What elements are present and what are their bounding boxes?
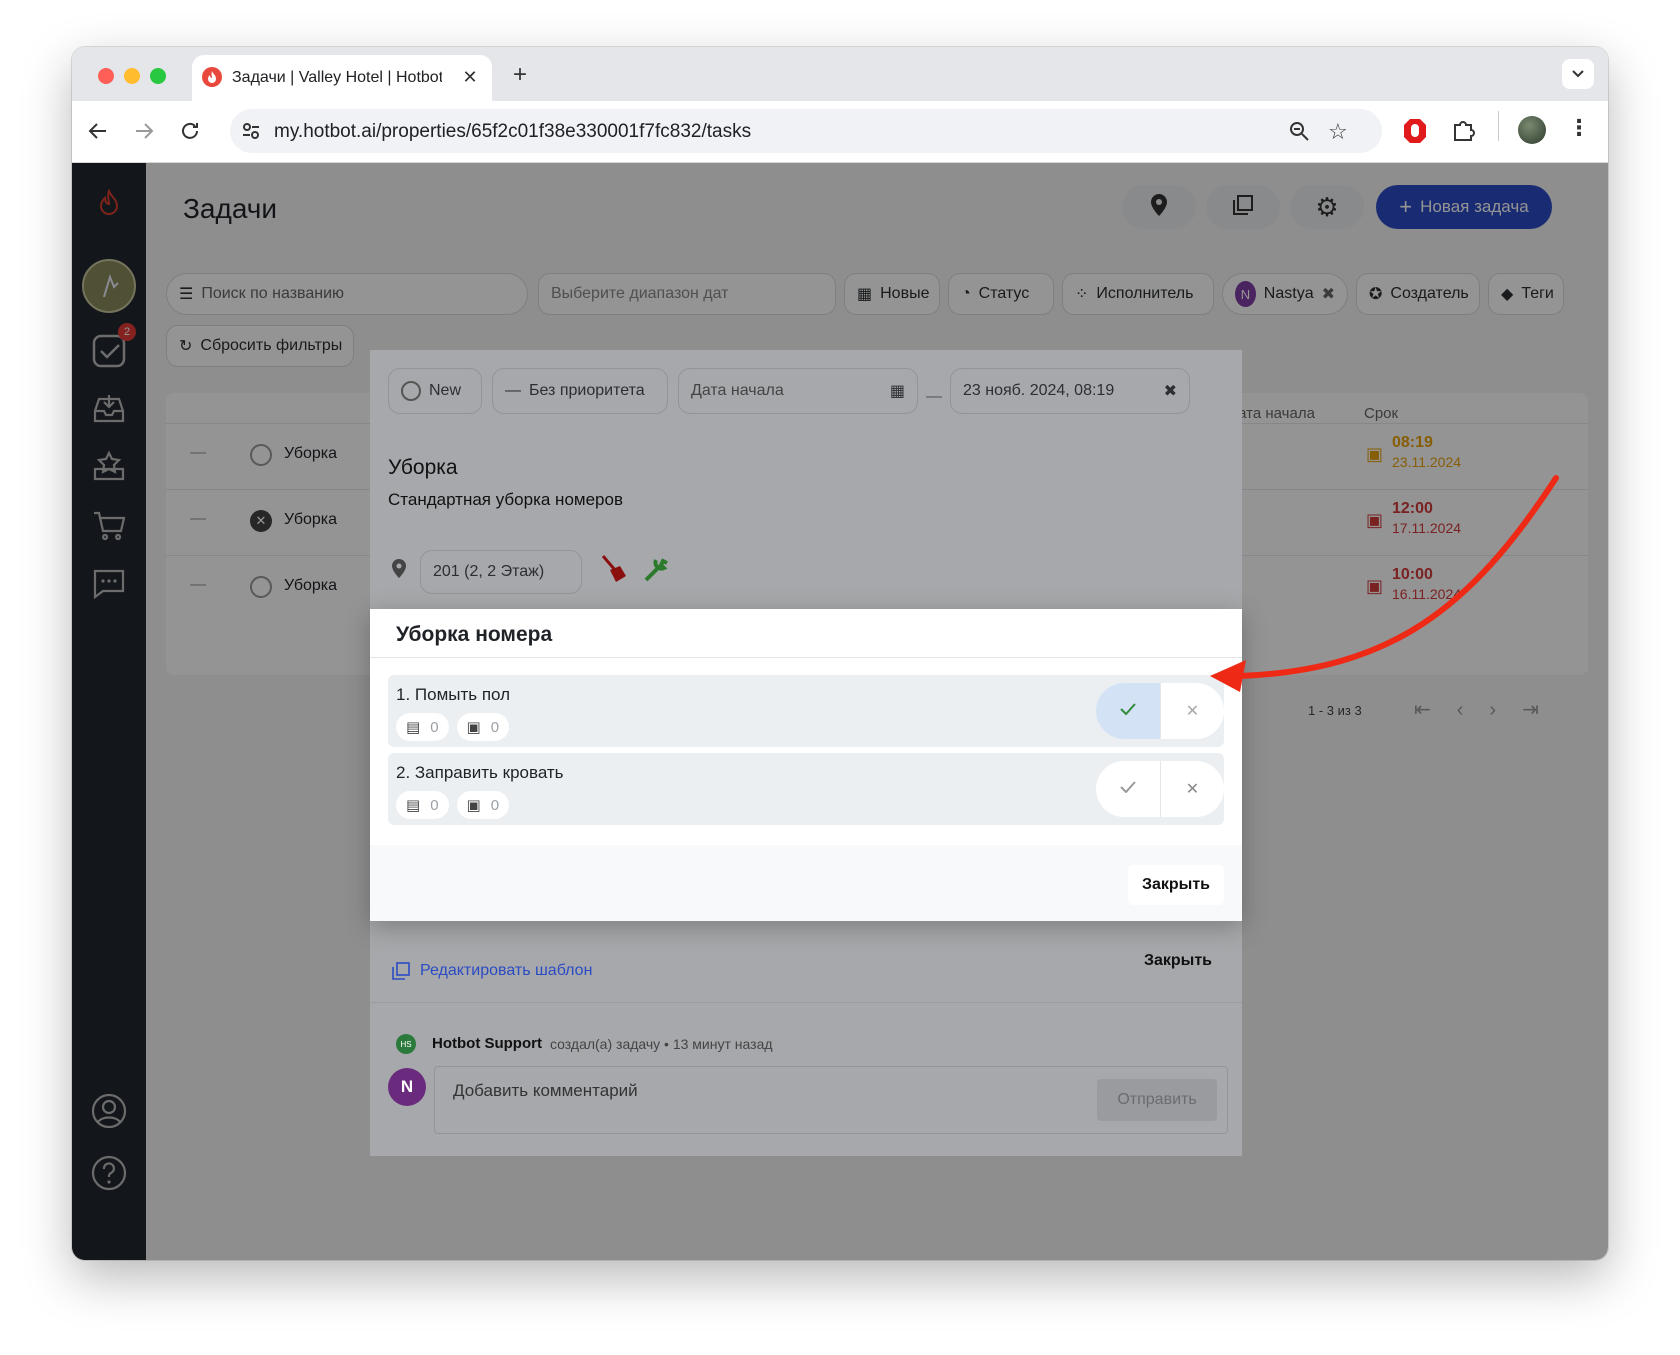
toolbar-divider	[1498, 111, 1499, 141]
activity-text: создал(а) задачу • 13 минут назад	[550, 1036, 773, 1052]
bookmark-star-icon[interactable]: ☆	[1328, 119, 1348, 145]
wrench-icon	[642, 554, 670, 589]
photos-count[interactable]: ▣ 0	[456, 791, 510, 819]
cross-icon: ✕	[1185, 781, 1200, 798]
status-label: New	[429, 382, 462, 399]
new-tab-icon[interactable]: +	[506, 61, 534, 89]
image-icon: ▣	[466, 797, 481, 814]
date-separator: —	[926, 388, 942, 405]
profile-avatar[interactable]	[1518, 116, 1546, 144]
maximize-window-button[interactable]	[150, 68, 166, 84]
cross-icon: ✕	[1185, 703, 1200, 720]
dash-icon: —	[505, 382, 521, 399]
tab-title: Задачи | Valley Hotel | Hotbot	[232, 69, 442, 86]
checklist-item: 2. Заправить кровать ▤ 0 ▣ 0 ✕	[388, 753, 1224, 825]
activity-author: Hotbot Support	[432, 1035, 542, 1052]
browser-window: Задачи | Valley Hotel | Hotbot ✕ + my.ho…	[72, 47, 1608, 1260]
opera-extension-icon[interactable]	[1402, 117, 1428, 145]
reload-icon[interactable]	[178, 119, 202, 148]
item-counters: ▤ 0 ▣ 0	[396, 713, 510, 741]
mark-failed-button[interactable]: ✕	[1160, 683, 1224, 739]
omnibox[interactable]: my.hotbot.ai/properties/65f2c01f38e33000…	[230, 109, 1382, 153]
hotbot-favicon-icon	[202, 67, 222, 87]
task-description: Стандартная уборка номеров	[388, 490, 623, 509]
template-copy-icon	[392, 962, 410, 985]
due-date-field[interactable]: 23 нояб. 2024, 08:19 ✖	[950, 368, 1190, 414]
clear-date-icon[interactable]: ✖	[1164, 381, 1177, 401]
photos-count-value: 0	[490, 796, 500, 814]
minimize-window-button[interactable]	[124, 68, 140, 84]
back-icon[interactable]	[86, 119, 110, 148]
checklist-close-button[interactable]: Закрыть	[1128, 865, 1224, 905]
zoom-icon[interactable]	[1288, 120, 1310, 147]
site-settings-icon[interactable]	[240, 120, 262, 147]
comments-count-value: 0	[430, 718, 439, 736]
comment-input[interactable]: Добавить комментарий Отправить	[434, 1066, 1228, 1134]
checklist-footer: Закрыть	[370, 845, 1242, 921]
send-button[interactable]: Отправить	[1097, 1079, 1217, 1121]
browser-tab[interactable]: Задачи | Valley Hotel | Hotbot ✕	[192, 55, 492, 101]
comments-count[interactable]: ▤ 0	[396, 791, 449, 819]
close-tab-icon[interactable]: ✕	[458, 65, 482, 89]
start-date-placeholder: Дата начала	[691, 382, 784, 399]
item-toggle: ✕	[1096, 761, 1224, 817]
check-icon	[1120, 780, 1136, 798]
photos-count[interactable]: ▣ 0	[456, 713, 510, 741]
divider	[370, 657, 1242, 658]
address-bar-row: my.hotbot.ai/properties/65f2c01f38e33000…	[72, 101, 1608, 163]
author-avatar: HS	[396, 1034, 416, 1054]
checklist-item-label: 2. Заправить кровать	[396, 763, 564, 782]
location-pin-icon	[390, 558, 408, 585]
location-field[interactable]: 201 (2, 2 Этаж)	[420, 550, 582, 594]
comment-icon: ▤	[406, 719, 421, 736]
comments-count-value: 0	[430, 796, 439, 814]
priority-label: Без приоритета	[529, 382, 645, 399]
url-text: my.hotbot.ai/properties/65f2c01f38e33000…	[274, 121, 752, 142]
check-icon	[1120, 702, 1136, 720]
extensions-puzzle-icon[interactable]	[1450, 117, 1476, 148]
priority-chip[interactable]: — Без приоритета	[492, 368, 668, 414]
status-circle-icon	[401, 381, 421, 401]
due-date-value: 23 нояб. 2024, 08:19	[963, 382, 1115, 399]
browser-menu-icon[interactable]: ⋮	[1568, 115, 1590, 141]
image-icon: ▣	[466, 719, 481, 736]
tab-bar: Задачи | Valley Hotel | Hotbot ✕ +	[72, 47, 1608, 101]
comment-icon: ▤	[406, 797, 421, 814]
task-close-button[interactable]: Закрыть	[1130, 940, 1226, 982]
status-chip[interactable]: New	[388, 368, 482, 414]
location-value: 201 (2, 2 Этаж)	[433, 563, 545, 580]
comment-placeholder: Добавить комментарий	[453, 1081, 638, 1100]
comments-count[interactable]: ▤ 0	[396, 713, 449, 741]
mark-done-button[interactable]	[1096, 761, 1160, 817]
app-area: 2 Задачи ⚙ + Новая задача ☰ Поиск по назва…	[72, 163, 1608, 1260]
item-counters: ▤ 0 ▣ 0	[396, 791, 510, 819]
checklist-dialog: Уборка номера 1. Помыть пол ▤ 0 ▣ 0 ✕ 2. З…	[370, 609, 1242, 921]
checklist-title: Уборка номера	[396, 623, 553, 646]
broom-icon	[600, 554, 628, 589]
forward-icon[interactable]	[132, 119, 156, 148]
edit-template-link[interactable]: Редактировать шаблон	[420, 962, 592, 980]
mark-done-button[interactable]	[1096, 683, 1160, 739]
photos-count-value: 0	[490, 718, 500, 736]
mark-failed-button[interactable]: ✕	[1160, 761, 1224, 817]
checklist-item: 1. Помыть пол ▤ 0 ▣ 0 ✕	[388, 675, 1224, 747]
calendar-icon[interactable]: ▦	[890, 381, 905, 401]
start-date-field[interactable]: Дата начала ▦	[678, 368, 918, 414]
item-toggle: ✕	[1096, 683, 1224, 739]
commenter-avatar: N	[388, 1068, 426, 1106]
tab-search-icon[interactable]	[1562, 59, 1594, 89]
close-window-button[interactable]	[98, 68, 114, 84]
checklist-item-label: 1. Помыть пол	[396, 685, 511, 704]
task-title: Уборка	[388, 456, 458, 479]
divider	[370, 1002, 1242, 1003]
